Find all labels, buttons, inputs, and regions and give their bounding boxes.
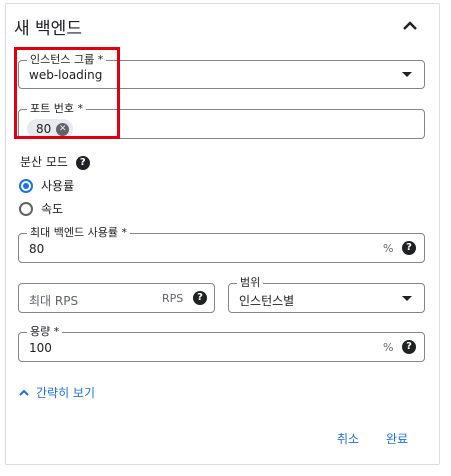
scope-label: 범위 xyxy=(237,276,264,290)
dropdown-arrow-icon xyxy=(402,72,412,77)
cancel-button[interactable]: 취소 xyxy=(337,430,359,447)
radio-utilization[interactable]: 사용률 xyxy=(19,177,74,194)
help-icon[interactable]: ? xyxy=(402,241,416,255)
max-utilization-field[interactable]: 최대 백엔드 사용률 * 80 % ? xyxy=(18,226,425,263)
panel-title: 새 백엔드 xyxy=(14,19,82,39)
dropdown-arrow-icon xyxy=(402,296,412,301)
max-utilization-value: 80 xyxy=(29,242,45,256)
chevron-up-icon xyxy=(403,21,417,30)
radio-rate-label: 속도 xyxy=(41,202,64,216)
show-less-label: 간략히 보기 xyxy=(36,386,96,400)
chevron-up-icon xyxy=(19,389,29,396)
radio-utilization-label: 사용률 xyxy=(41,179,75,193)
max-utilization-label: 최대 백엔드 사용률 * xyxy=(27,226,130,240)
capacity-field[interactable]: 용량 * 100 % ? xyxy=(18,325,425,362)
max-rps-placeholder: 최대 RPS xyxy=(29,294,79,308)
balancing-mode-label: 분산 모드 ? xyxy=(20,153,90,170)
help-icon[interactable]: ? xyxy=(193,291,207,305)
scope-value: 인스턴스별 xyxy=(239,294,295,308)
max-rps-field[interactable]: 최대 RPS RPS ? xyxy=(18,283,215,313)
radio-rate[interactable]: 속도 xyxy=(19,200,63,217)
help-icon[interactable]: ? xyxy=(75,155,90,170)
radio-button-unchecked[interactable] xyxy=(19,201,33,216)
radio-button-checked[interactable] xyxy=(19,178,33,193)
highlight-box xyxy=(14,47,120,139)
percent-suffix: % xyxy=(383,242,394,255)
done-button[interactable]: 완료 xyxy=(386,430,408,447)
capacity-value: 100 xyxy=(29,341,52,355)
help-icon[interactable]: ? xyxy=(402,340,416,354)
rps-suffix: RPS xyxy=(162,292,184,305)
show-less-link[interactable]: 간략히 보기 xyxy=(18,384,95,401)
scope-select[interactable]: 범위 인스턴스별 xyxy=(228,276,425,313)
capacity-label: 용량 * xyxy=(27,325,63,339)
percent-suffix: % xyxy=(383,341,394,354)
collapse-button[interactable] xyxy=(398,14,422,38)
